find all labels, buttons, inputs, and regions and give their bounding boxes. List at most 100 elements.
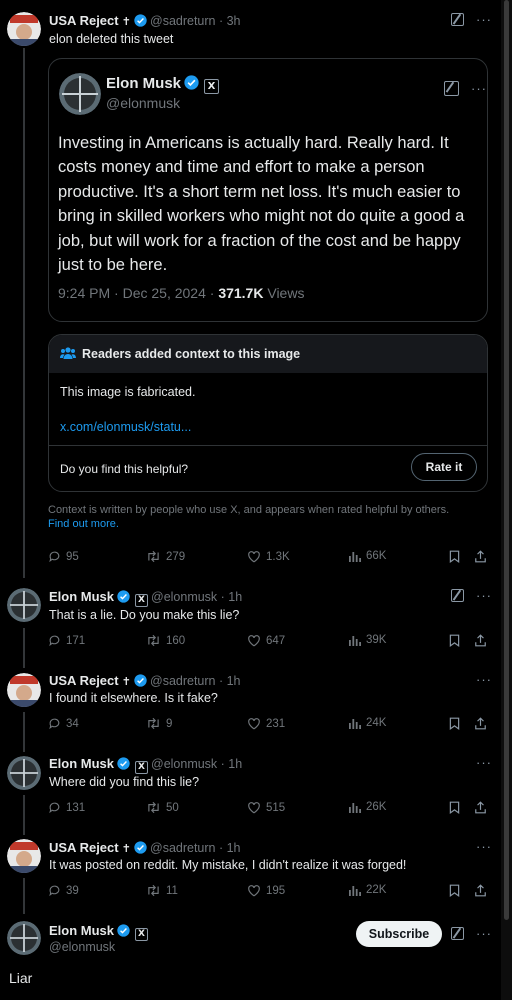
tweet-header-icons: ··· bbox=[476, 756, 492, 769]
views-button[interactable]: 66K bbox=[349, 550, 386, 562]
like-button[interactable]: 515 bbox=[247, 801, 285, 814]
more-icon[interactable]: ··· bbox=[476, 927, 492, 940]
share-icon bbox=[474, 717, 487, 730]
embedded-display-name: Elon Musk bbox=[106, 75, 182, 92]
repost-button[interactable]: 50 bbox=[146, 801, 179, 814]
share-button[interactable] bbox=[474, 884, 487, 897]
like-button[interactable]: 231 bbox=[247, 717, 285, 730]
grok-icon[interactable] bbox=[451, 13, 464, 26]
repost-button[interactable]: 9 bbox=[146, 717, 172, 730]
like-button[interactable]: 647 bbox=[247, 634, 285, 647]
reply-button[interactable]: 34 bbox=[48, 717, 79, 730]
stat-count: 39K bbox=[366, 634, 387, 646]
embedded-author: Elon Musk X bbox=[106, 75, 220, 94]
views-icon bbox=[349, 634, 361, 646]
bookmark-icon bbox=[449, 717, 460, 730]
action-bar: 39 11 195 22K bbox=[48, 884, 492, 902]
handle: @elonmusk bbox=[151, 590, 218, 604]
display-name: USA Reject bbox=[49, 840, 119, 855]
views-button[interactable]: 39K bbox=[349, 634, 386, 646]
bookmark-button[interactable] bbox=[449, 717, 460, 730]
share-button[interactable] bbox=[474, 717, 487, 730]
stat-count: 39 bbox=[66, 884, 79, 897]
reply-button[interactable]: 131 bbox=[48, 801, 85, 814]
like-button[interactable]: 1.3K bbox=[247, 550, 290, 563]
repost-button[interactable]: 11 bbox=[146, 884, 178, 897]
note-text: This image is fabricated. bbox=[60, 385, 196, 399]
note-footer-text: Context is written by people who use X, … bbox=[48, 504, 450, 516]
avatar[interactable] bbox=[7, 839, 41, 873]
share-button[interactable] bbox=[474, 550, 487, 563]
views-icon bbox=[349, 801, 361, 813]
share-icon bbox=[474, 801, 487, 814]
views-button[interactable]: 26K bbox=[349, 801, 386, 813]
display-name: Elon Musk bbox=[49, 756, 115, 771]
timestamp[interactable]: 1h bbox=[227, 674, 241, 688]
bookmark-button[interactable] bbox=[449, 550, 460, 563]
more-icon[interactable]: ··· bbox=[476, 13, 492, 26]
stat-count: 50 bbox=[166, 801, 179, 814]
stat-count: 171 bbox=[66, 634, 86, 647]
reply-icon bbox=[48, 717, 61, 730]
more-icon[interactable]: ··· bbox=[476, 840, 492, 853]
reply-button[interactable]: 39 bbox=[48, 884, 79, 897]
scrollbar[interactable] bbox=[501, 0, 512, 1000]
find-out-more-link[interactable]: Find out more. bbox=[48, 518, 119, 530]
timestamp[interactable]: 3h bbox=[227, 14, 241, 28]
avatar[interactable] bbox=[7, 12, 41, 46]
timestamp[interactable]: 1h bbox=[228, 590, 242, 604]
avatar[interactable] bbox=[7, 673, 41, 707]
like-button[interactable]: 195 bbox=[247, 884, 285, 897]
thread-line bbox=[23, 878, 25, 914]
views-icon bbox=[349, 717, 361, 729]
author-name[interactable]: Elon Musk X bbox=[49, 589, 149, 607]
more-icon[interactable]: ··· bbox=[476, 756, 492, 769]
more-icon[interactable]: ··· bbox=[476, 673, 492, 686]
author-name[interactable]: USA Reject ✝ bbox=[49, 840, 147, 857]
share-button[interactable] bbox=[474, 634, 487, 647]
grok-icon[interactable] bbox=[451, 589, 464, 602]
avatar[interactable] bbox=[7, 756, 41, 790]
bookmark-icon bbox=[449, 634, 460, 647]
verified-badge-icon bbox=[184, 75, 199, 94]
repost-button[interactable]: 160 bbox=[146, 634, 185, 647]
author-name[interactable]: USA Reject ✝ bbox=[49, 673, 147, 690]
verified-badge-icon bbox=[134, 674, 147, 690]
more-icon[interactable]: ··· bbox=[476, 589, 492, 602]
avatar[interactable] bbox=[7, 921, 41, 955]
reply-button[interactable]: 171 bbox=[48, 634, 85, 647]
like-icon bbox=[247, 634, 261, 647]
scrollbar-thumb[interactable] bbox=[504, 0, 509, 920]
share-button[interactable] bbox=[474, 801, 487, 814]
note-link[interactable]: x.com/elonmusk/statu... bbox=[60, 420, 191, 434]
rate-it-button[interactable]: Rate it bbox=[411, 453, 477, 481]
author-name[interactable]: USA Reject ✝ bbox=[49, 13, 147, 30]
thread-line bbox=[23, 48, 25, 578]
timestamp[interactable]: 1h bbox=[227, 841, 241, 855]
author-handle-time: @sadreturn · 3h bbox=[150, 14, 241, 28]
avatar[interactable] bbox=[7, 588, 41, 622]
embedded-image[interactable]: Elon Musk X @elonmusk ··· Investing in Am… bbox=[48, 58, 488, 322]
grok-icon[interactable] bbox=[451, 927, 464, 940]
cross-glyph: ✝ bbox=[121, 676, 131, 688]
tweet-header-icons: ··· bbox=[451, 927, 492, 940]
author-name[interactable]: Elon Musk X bbox=[49, 923, 149, 941]
author-name[interactable]: Elon Musk X bbox=[49, 756, 149, 774]
reply-icon bbox=[48, 884, 61, 897]
views-button[interactable]: 24K bbox=[349, 717, 386, 729]
tweet-header-icons: ··· bbox=[451, 589, 492, 602]
display-name: USA Reject bbox=[49, 13, 119, 28]
embedded-views-label: Views bbox=[267, 285, 305, 301]
bookmark-button[interactable] bbox=[449, 801, 460, 814]
reply-button[interactable]: 95 bbox=[48, 550, 79, 563]
tweet-text: elon deleted this tweet bbox=[49, 32, 174, 46]
timestamp[interactable]: 1h bbox=[228, 757, 242, 771]
embedded-views-count: 371.7K bbox=[218, 285, 264, 301]
repost-button[interactable]: 279 bbox=[146, 550, 185, 563]
bookmark-button[interactable] bbox=[449, 884, 460, 897]
subscribe-button[interactable]: Subscribe bbox=[356, 921, 442, 947]
handle: @elonmusk bbox=[151, 757, 218, 771]
views-button[interactable]: 22K bbox=[349, 884, 386, 896]
tweet-text: Liar bbox=[9, 970, 33, 986]
bookmark-button[interactable] bbox=[449, 634, 460, 647]
